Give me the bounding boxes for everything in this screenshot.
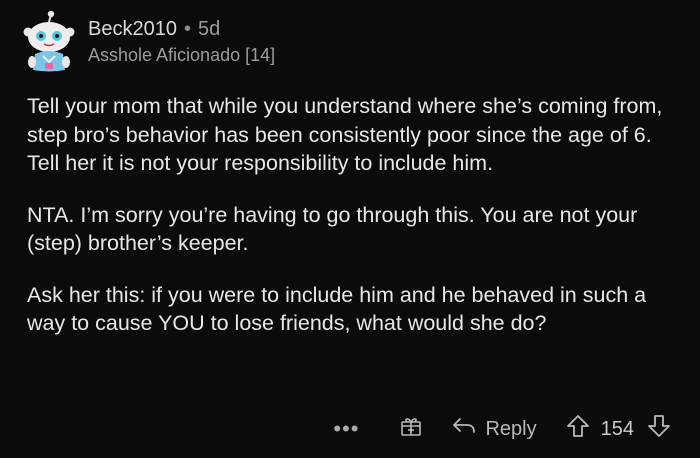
downvote-button[interactable] <box>646 413 672 445</box>
reply-button[interactable]: Reply <box>451 415 537 443</box>
author-line: Beck2010 • 5d <box>88 16 275 42</box>
comment-meta: Beck2010 • 5d Asshole Aficionado [14] <box>88 16 275 68</box>
upvote-arrow-icon <box>565 413 591 445</box>
award-gift-icon <box>399 414 423 444</box>
comment-paragraph: Tell your mom that while you understand … <box>27 94 663 175</box>
reply-arrow-icon <box>451 415 477 443</box>
comment-paragraph: Ask her this: if you were to include him… <box>27 282 647 336</box>
upvote-button[interactable] <box>565 413 591 445</box>
comment-header: Beck2010 • 5d Asshole Aficionado [14] <box>20 10 275 74</box>
more-options-button[interactable]: ••• <box>333 416 359 442</box>
award-button[interactable] <box>399 414 423 444</box>
comment: Beck2010 • 5d Asshole Aficionado [14] Te… <box>0 0 700 458</box>
comment-paragraph: NTA. I’m sorry you’re having to go throu… <box>27 202 638 256</box>
vote-score: 154 <box>600 417 634 440</box>
meta-separator: • <box>183 18 191 40</box>
downvote-arrow-icon <box>646 413 672 445</box>
comment-age: 5d <box>197 18 221 40</box>
snoo-avatar[interactable] <box>20 10 78 74</box>
user-flair: Asshole Aficionado [14] <box>88 45 276 65</box>
comment-body: Tell your mom that while you understand … <box>27 92 687 361</box>
author-username[interactable]: Beck2010 <box>88 16 177 42</box>
reply-label: Reply <box>485 417 537 440</box>
comment-actions: ••• Reply 154 <box>333 412 672 446</box>
more-options-icon: ••• <box>333 416 360 441</box>
